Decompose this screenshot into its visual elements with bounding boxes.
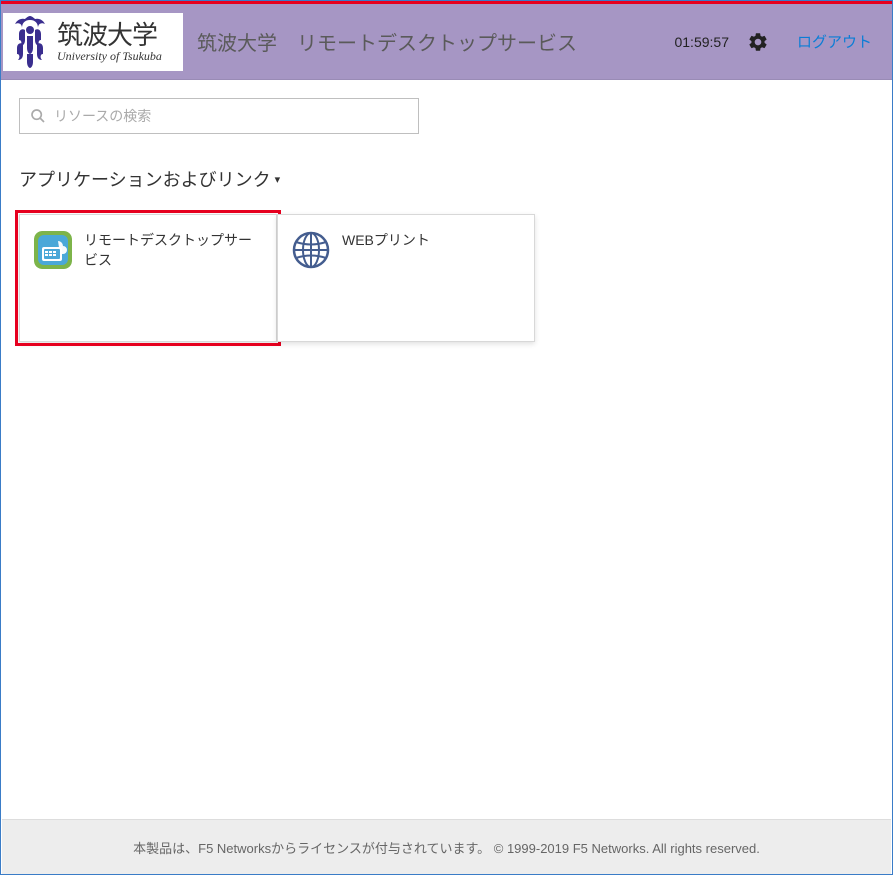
logo-en-text: University of Tsukuba [57, 50, 162, 62]
section-heading-text: アプリケーションおよびリンク [19, 166, 271, 192]
app-label: WEBプリント [342, 231, 430, 251]
logo-text: 筑波大学 University of Tsukuba [57, 22, 162, 62]
search-input[interactable] [54, 108, 408, 124]
search-icon [30, 108, 46, 124]
logo-jp-text: 筑波大学 [57, 22, 162, 48]
footer-text: 本製品は、F5 Networksからライセンスが付与されています。 © 1999… [133, 838, 760, 857]
app-card-remote-desktop[interactable]: リモートデスクトップサービス [19, 214, 277, 342]
header-bar: 筑波大学 University of Tsukuba 筑波大学 リモートデスクト… [1, 4, 892, 80]
search-box[interactable] [19, 98, 419, 134]
chevron-down-icon: ▾ [275, 173, 281, 186]
app-label: リモートデスクトップサービス [84, 231, 262, 270]
app-cards-row: リモートデスクトップサービス WEBプリント [19, 214, 874, 342]
page-title: 筑波大学 リモートデスクトップサービス [197, 27, 577, 56]
remote-desktop-icon [34, 231, 72, 269]
logout-link[interactable]: ログアウト [797, 31, 872, 52]
university-logo: 筑波大学 University of Tsukuba [3, 13, 183, 71]
crest-icon [7, 16, 53, 68]
main-content: アプリケーションおよびリンク ▾ リモートデスクト [1, 80, 892, 342]
app-card-web-print[interactable]: WEBプリント [277, 214, 535, 342]
gear-icon[interactable] [747, 31, 769, 53]
globe-icon [292, 231, 330, 269]
session-timer: 01:59:57 [674, 34, 729, 50]
section-heading[interactable]: アプリケーションおよびリンク ▾ [19, 166, 874, 192]
footer: 本製品は、F5 Networksからライセンスが付与されています。 © 1999… [2, 819, 891, 874]
